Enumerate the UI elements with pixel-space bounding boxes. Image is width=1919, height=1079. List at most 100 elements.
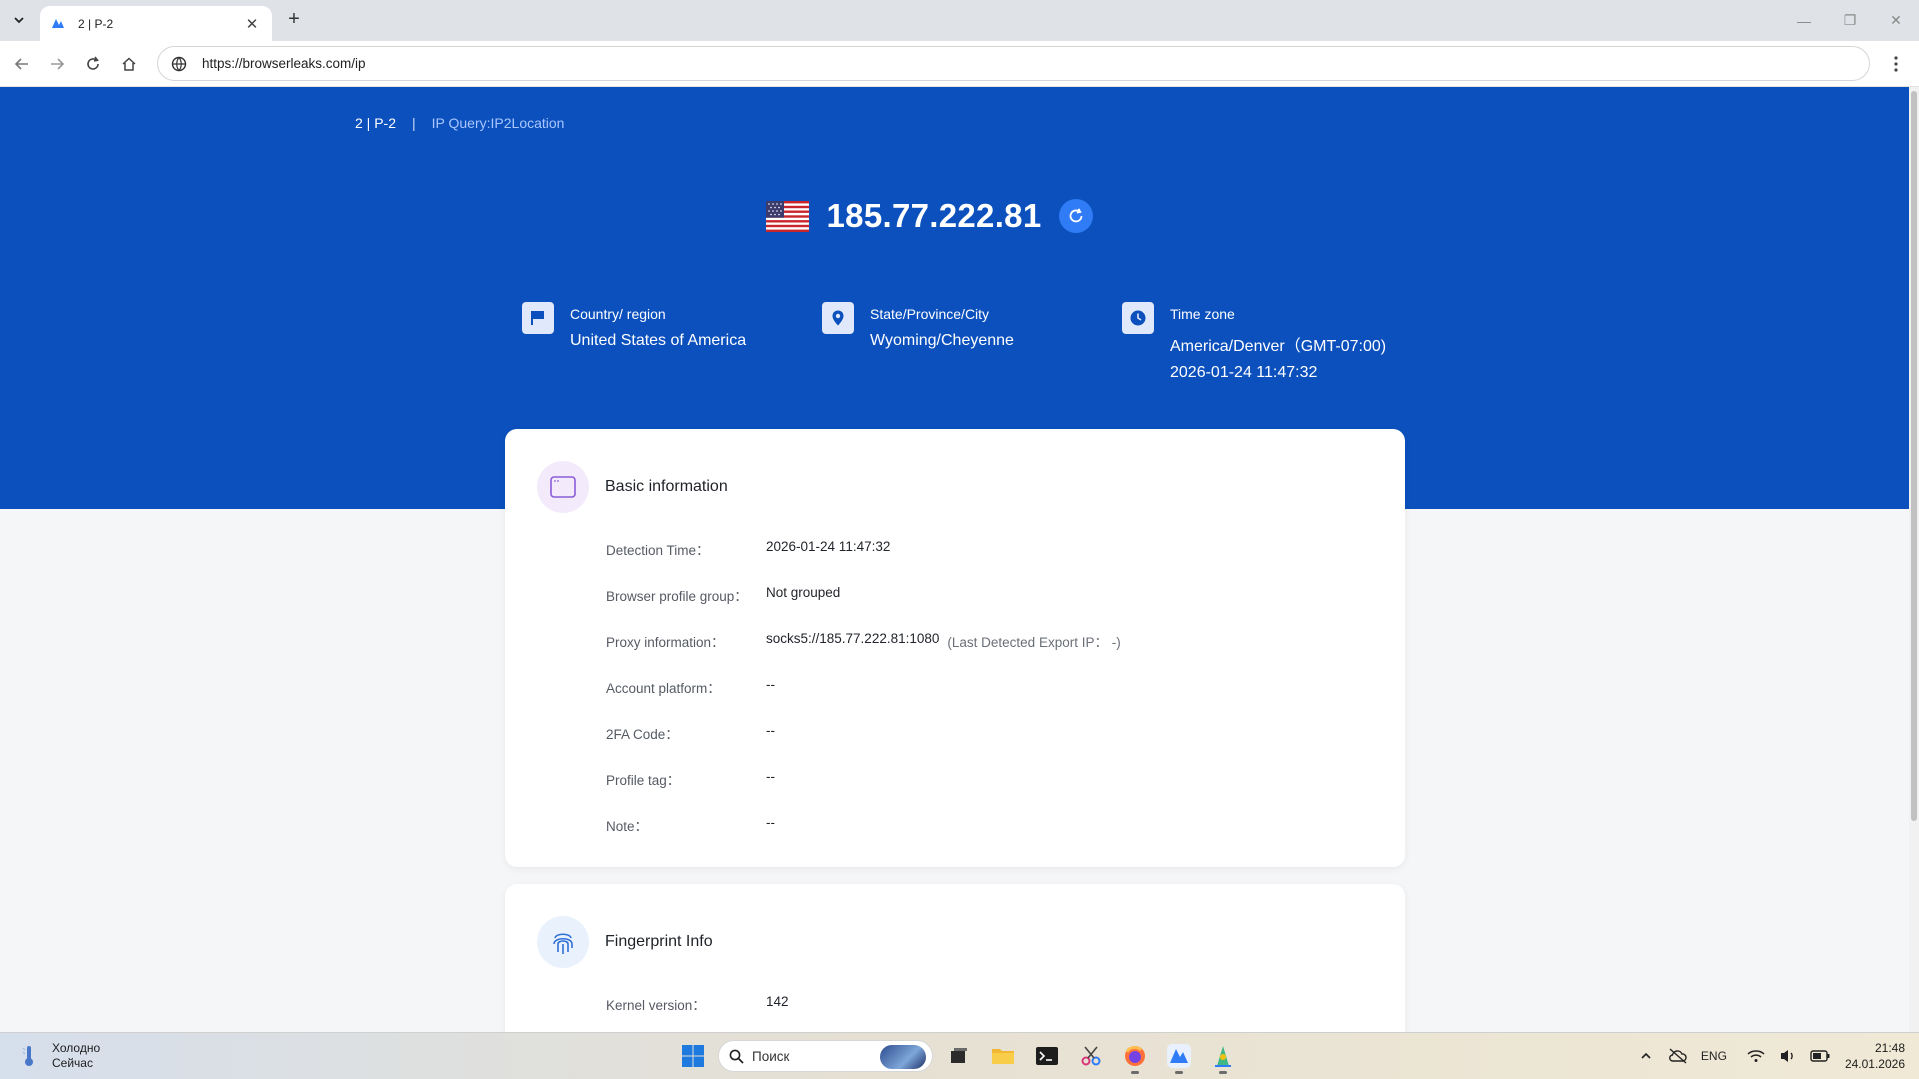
forward-arrow-icon[interactable]: [44, 51, 70, 77]
reload-icon[interactable]: [80, 51, 106, 77]
proxy-info-value: socks5://185.77.222.81:1080: [766, 631, 940, 646]
antidetect-browser-icon[interactable]: [1161, 1038, 1197, 1074]
input-language[interactable]: ENG: [1701, 1049, 1727, 1063]
breadcrumb-profile[interactable]: 2 | P-2: [355, 115, 396, 131]
state-label: State/Province/City: [870, 306, 990, 322]
breadcrumb-ip-query[interactable]: IP Query:IP2Location: [432, 115, 565, 131]
account-platform-label: Account platform：: [606, 681, 721, 696]
state-value: Wyoming/Cheyenne: [870, 332, 1014, 349]
browser-window-icon: [537, 461, 589, 513]
tab-title: 2 | P-2: [78, 16, 114, 31]
browser-tab-active[interactable]: 2 | P-2 ✕: [40, 6, 272, 41]
browser-menu-icon[interactable]: [1883, 51, 1909, 77]
task-view-icon[interactable]: [941, 1038, 977, 1074]
flag-marker-icon: [522, 302, 554, 334]
tab-search-chevron-icon[interactable]: [6, 8, 32, 32]
firefox-icon[interactable]: [1117, 1038, 1153, 1074]
info-row: Detection Time： 2026-01-24 11:47:32: [606, 539, 890, 559]
geo-country: Country/ region United States of America: [522, 302, 746, 350]
note-value: --: [766, 815, 775, 830]
fingerprint-info-card: Fingerprint Info Kernel version： 142: [505, 884, 1405, 1032]
thermometer-icon: [18, 1043, 40, 1069]
system-clock[interactable]: 21:48 24.01.2026: [1845, 1040, 1905, 1072]
battery-icon[interactable]: [1807, 1043, 1833, 1069]
last-export-ip: (Last Detected Export IP： -): [947, 635, 1121, 650]
app-favicon-icon: [50, 16, 66, 32]
search-highlight-image: [880, 1045, 926, 1069]
minimize-icon[interactable]: —: [1781, 0, 1827, 41]
clock-date: 24.01.2026: [1844, 1057, 1905, 1071]
breadcrumb: 2 | P-2 | IP Query:IP2Location: [355, 115, 564, 131]
page-viewport: 2 | P-2 | IP Query:IP2Location 185.77.22…: [0, 87, 1909, 1032]
back-arrow-icon[interactable]: [9, 51, 35, 77]
timezone-label: Time zone: [1170, 306, 1235, 322]
site-info-icon[interactable]: [170, 55, 188, 73]
info-row: Browser profile group： Not grouped: [606, 585, 840, 605]
paint-app-icon[interactable]: [1205, 1038, 1241, 1074]
cloud-offline-icon[interactable]: [1665, 1043, 1691, 1069]
taskbar-search-placeholder: Поиск: [752, 1048, 790, 1064]
clock-time: 21:48: [1874, 1041, 1905, 1055]
breadcrumb-separator: |: [412, 115, 416, 131]
twofa-code-label: 2FA Code：: [606, 727, 679, 742]
tab-strip: 2 | P-2 ✕ + — ❐ ✕: [0, 0, 1919, 41]
close-window-icon[interactable]: ✕: [1873, 0, 1919, 41]
search-icon: [729, 1049, 744, 1064]
info-row: Profile tag： --: [606, 769, 775, 789]
info-row: Account platform： --: [606, 677, 775, 697]
kernel-version-label: Kernel version：: [606, 998, 706, 1013]
tab-close-icon[interactable]: ✕: [242, 15, 262, 33]
profile-tag-label: Profile tag：: [606, 773, 681, 788]
address-bar[interactable]: https://browserleaks.com/ip: [157, 46, 1870, 81]
basic-information-header: Basic information: [537, 461, 728, 513]
weather-subtitle: Сейчас: [52, 1056, 93, 1070]
basic-information-card: Basic information Detection Time： 2026-0…: [505, 429, 1405, 867]
chevron-up-icon[interactable]: [1633, 1043, 1659, 1069]
info-row: Proxy information： socks5://185.77.222.8…: [606, 631, 1121, 651]
url-text: https://browserleaks.com/ip: [202, 56, 366, 71]
wifi-icon[interactable]: [1743, 1043, 1769, 1069]
weather-title: Холодно: [52, 1041, 101, 1055]
geo-state: State/Province/City Wyoming/Cheyenne: [822, 302, 1014, 350]
timezone-datetime: 2026-01-24 11:47:32: [1170, 364, 1318, 381]
fingerprint-icon: [537, 916, 589, 968]
kernel-version-value: 142: [766, 994, 789, 1009]
profile-group-value: Not grouped: [766, 585, 841, 600]
location-pin-icon: [822, 302, 854, 334]
terminal-icon[interactable]: [1029, 1038, 1065, 1074]
twofa-code-value: --: [766, 723, 775, 738]
account-platform-value: --: [766, 677, 775, 692]
refresh-ip-button[interactable]: [1059, 199, 1094, 233]
volume-icon[interactable]: [1775, 1043, 1801, 1069]
info-row: Kernel version： 142: [606, 994, 789, 1014]
clock-icon: [1122, 302, 1154, 334]
geo-timezone: Time zone America/Denver（GMT-07:00) 2026…: [1122, 302, 1386, 382]
country-value: United States of America: [570, 332, 747, 349]
profile-tag-value: --: [766, 769, 775, 784]
proxy-info-label: Proxy information：: [606, 635, 725, 650]
detection-time-value: 2026-01-24 11:47:32: [766, 539, 891, 554]
weather-widget[interactable]: Холодно Сейчас: [18, 1041, 100, 1071]
info-row: 2FA Code： --: [606, 723, 775, 743]
basic-information-title: Basic information: [605, 478, 728, 495]
system-tray: ENG 21:48 24.01.2026: [1627, 1039, 1905, 1073]
browser-toolbar: https://browserleaks.com/ip: [0, 41, 1919, 87]
info-row: Note： --: [606, 815, 775, 835]
page-scrollbar[interactable]: [1909, 87, 1919, 1032]
windows-start-icon[interactable]: [676, 1039, 710, 1073]
window-controls: — ❐ ✕: [1781, 0, 1919, 41]
home-icon[interactable]: [116, 51, 142, 77]
taskbar-search-box[interactable]: Поиск: [718, 1040, 933, 1072]
us-flag-icon: [765, 200, 809, 232]
fingerprint-info-title: Fingerprint Info: [605, 933, 713, 950]
snipping-tool-icon[interactable]: [1073, 1038, 1109, 1074]
taskbar-apps: Поиск: [676, 1038, 1241, 1074]
scrollbar-thumb[interactable]: [1911, 91, 1917, 821]
refresh-icon: [1070, 208, 1083, 223]
new-tab-button[interactable]: +: [282, 8, 306, 32]
ip-address: 185.77.222.81: [826, 197, 1042, 234]
timezone-value: America/Denver（GMT-07:00): [1170, 338, 1387, 355]
restore-icon[interactable]: ❐: [1827, 0, 1873, 41]
fingerprint-info-header: Fingerprint Info: [537, 916, 713, 968]
file-explorer-icon[interactable]: [985, 1038, 1021, 1074]
